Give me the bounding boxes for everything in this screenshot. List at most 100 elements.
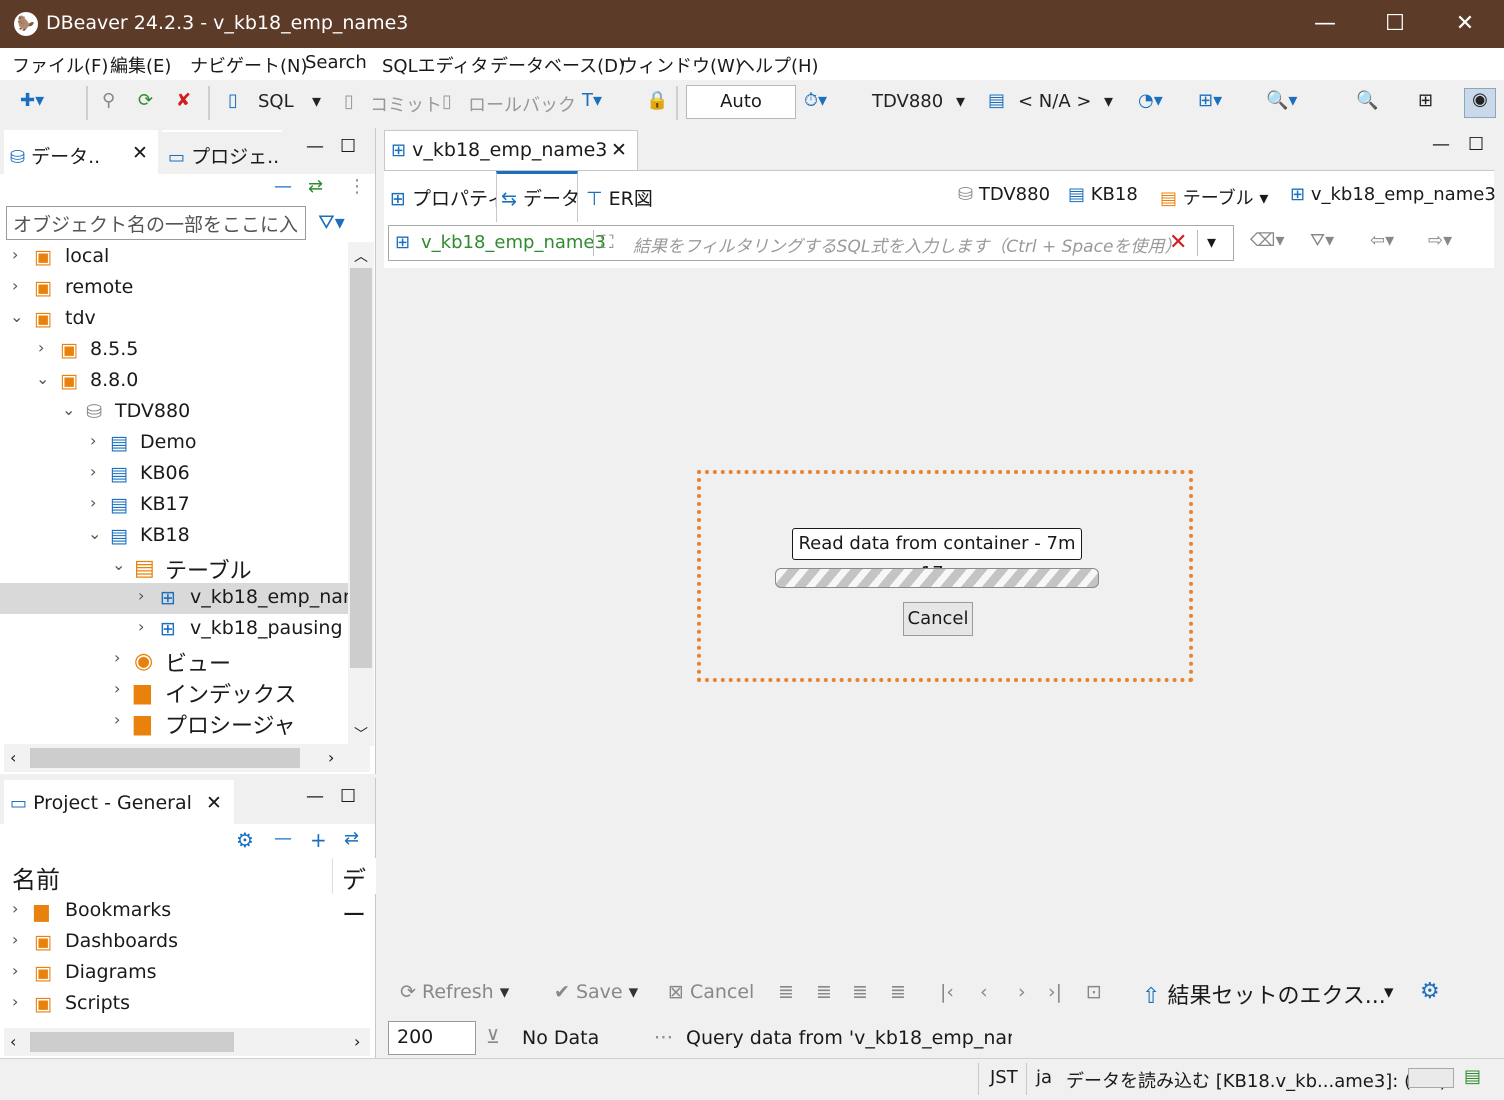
dbeaver-perspective-icon[interactable]: ◉ <box>1464 88 1496 118</box>
active-datasource[interactable]: TDV880 <box>872 91 943 112</box>
link-editor-icon[interactable]: ⇄ <box>308 176 323 197</box>
erd-icon[interactable]: ⊞▾ <box>1198 90 1222 111</box>
result-filter-input[interactable]: ⊞ v_kb18_emp_name3 ⛶ 結果をフィルタリングするSQL式を入力… <box>388 225 1234 261</box>
chevron-right-icon[interactable]: › <box>12 992 18 1011</box>
chevron-right-icon[interactable]: › <box>12 961 18 980</box>
chevron-down-icon[interactable]: ⌄ <box>88 524 101 543</box>
settings-gear-icon[interactable]: ⚙ <box>1420 979 1440 1004</box>
perspective-icon[interactable]: ⊞ <box>1418 90 1433 111</box>
chevron-right-icon[interactable]: › <box>12 245 18 264</box>
tab-data[interactable]: ⇆ データ <box>496 171 580 223</box>
scroll-left-icon[interactable]: ‹ <box>10 1032 16 1051</box>
menu-edit[interactable]: 編集(E) <box>110 52 171 78</box>
menu-search[interactable]: Search <box>305 52 367 73</box>
tree-item[interactable]: › ▣ 8.5.5 <box>0 335 348 366</box>
chevron-right-icon[interactable]: › <box>90 493 96 512</box>
chevron-down-icon[interactable]: ⌄ <box>112 555 125 574</box>
delete-row-icon[interactable]: ≣ <box>890 981 906 1003</box>
menu-navigate[interactable]: ナビゲート(N) <box>190 52 308 78</box>
breadcrumb-datasource[interactable]: ⛁ TDV880 <box>958 184 1050 205</box>
prev-page-icon[interactable]: ‹ <box>980 981 988 1003</box>
tree-item[interactable]: ⌄ ▣ 8.8.0 <box>0 366 348 397</box>
chevron-down-icon[interactable]: ⌄ <box>62 400 75 419</box>
tree-item[interactable]: ⌄ ▤ テーブル <box>0 552 348 584</box>
project-item[interactable]: › ▣ Dashboards <box>0 927 348 958</box>
sql-button[interactable]: SQL <box>258 91 294 112</box>
back-icon[interactable]: ⇦▾ <box>1370 230 1394 251</box>
auto-commit-field[interactable]: Auto <box>686 85 796 119</box>
scroll-down-icon[interactable]: ﹀ <box>354 724 368 744</box>
filter-history-dropdown-icon[interactable]: ▾ <box>1207 232 1216 253</box>
tree-item[interactable]: › ▤ Demo <box>0 428 348 459</box>
expand-icon[interactable]: ⛶ <box>601 232 614 253</box>
scroll-right-icon[interactable]: › <box>354 1032 360 1051</box>
lock-icon[interactable]: 🔒 <box>646 90 668 111</box>
close-tab-icon[interactable]: ✕ <box>132 142 148 164</box>
chevron-right-icon[interactable]: › <box>12 899 18 918</box>
search-icon[interactable]: 🔍▾ <box>1266 90 1297 111</box>
cancel-loading-button[interactable]: Cancel <box>903 602 973 636</box>
chevron-right-icon[interactable]: › <box>12 276 18 295</box>
minimize-view-icon[interactable]: — <box>306 786 324 807</box>
menu-file[interactable]: ファイル(F) <box>12 52 108 78</box>
tab-properties[interactable]: ⊞ プロパティ <box>390 184 506 211</box>
scroll-left-icon[interactable]: ‹ <box>10 748 16 767</box>
dashboard-icon[interactable]: ◔▾ <box>1138 90 1163 111</box>
cancel-button[interactable]: ⊠ Cancel <box>668 981 754 1003</box>
tree-item[interactable]: ⌄ ▤ KB18 <box>0 521 348 552</box>
menu-sql-editor[interactable]: SQLエディタ <box>382 52 488 78</box>
edit-row-icon[interactable]: ≣ <box>778 981 794 1003</box>
project-item[interactable]: › ▣ Scripts <box>0 989 348 1020</box>
chevron-right-icon[interactable]: › <box>114 710 120 729</box>
schema-dropdown-icon[interactable]: ▾ <box>1104 91 1113 112</box>
chevron-down-icon[interactable]: ⌄ <box>36 369 49 388</box>
chevron-down-icon[interactable]: ⌄ <box>10 307 23 326</box>
menu-help[interactable]: ヘルプ(H) <box>737 52 819 78</box>
menu-window[interactable]: ウィンドウ(W) <box>620 52 742 78</box>
collapse-all-icon[interactable]: — <box>274 828 292 849</box>
maximize-editor-icon[interactable]: ☐ <box>1468 134 1484 155</box>
erase-filter-icon[interactable]: ⌫▾ <box>1250 230 1285 251</box>
tree-item[interactable]: › ▣ local <box>0 242 348 273</box>
editor-tab[interactable]: ⊞ v_kb18_emp_name3 ✕ <box>384 130 638 170</box>
filter-settings-icon[interactable]: ⛛▾ <box>1310 230 1334 251</box>
transaction-mode-icon[interactable]: T▾ <box>582 90 602 111</box>
new-connection-icon[interactable]: ✚▾ <box>20 90 44 111</box>
sql-dropdown-icon[interactable]: ▾ <box>312 91 321 112</box>
chevron-right-icon[interactable]: › <box>114 679 120 698</box>
breadcrumb-schema[interactable]: ▤ KB18 <box>1068 184 1138 205</box>
chevron-right-icon[interactable]: › <box>38 338 44 357</box>
chevron-right-icon[interactable]: › <box>114 648 120 667</box>
save-button[interactable]: ✔ Save ▾ <box>554 981 638 1003</box>
chevron-right-icon[interactable]: › <box>90 462 96 481</box>
clear-filter-icon[interactable]: ✕ <box>1169 230 1187 255</box>
add-row-icon[interactable]: ≣ <box>816 981 832 1003</box>
settings-gear-icon[interactable]: ⚙ <box>236 828 254 852</box>
menu-database[interactable]: データベース(D) <box>490 52 625 78</box>
minimize-button[interactable]: — <box>1296 6 1354 42</box>
history-icon[interactable]: ⏱▾ <box>804 90 827 111</box>
tree-item[interactable]: › ▤ KB17 <box>0 490 348 521</box>
add-icon[interactable]: + <box>310 828 327 852</box>
tree-scroll-thumb[interactable] <box>350 268 372 668</box>
maximize-view-icon[interactable]: ☐ <box>340 786 356 807</box>
tab-database-navigator[interactable]: ⛁ データ.. ✕ <box>4 130 158 174</box>
link-editor-icon[interactable]: ⇄ <box>344 828 359 849</box>
tree-item[interactable]: ⌄ ▣ tdv <box>0 304 348 335</box>
connect-icon[interactable]: ⚲ <box>102 90 115 111</box>
tree-item[interactable]: › ▤ KB06 <box>0 459 348 490</box>
reconnect-icon[interactable]: ⟳ <box>138 90 153 111</box>
object-filter-input[interactable]: オブジェクト名の一部をここに入 <box>6 206 306 240</box>
scroll-right-icon[interactable]: › <box>328 748 334 767</box>
copy-row-icon[interactable]: ≣ <box>852 981 868 1003</box>
row-limit-input[interactable]: 200 <box>388 1021 476 1055</box>
breadcrumb-table[interactable]: ⊞ v_kb18_emp_name3 <box>1290 184 1496 205</box>
close-tab-icon[interactable]: ✕ <box>611 139 627 161</box>
project-item[interactable]: › ▆ Bookmarks <box>0 896 348 927</box>
project-item[interactable]: › ▣ Diagrams <box>0 958 348 989</box>
global-search-icon[interactable]: 🔍 <box>1356 90 1378 111</box>
active-schema[interactable]: < N/A > <box>1018 91 1091 112</box>
minimize-view-icon[interactable]: — <box>306 136 324 157</box>
tree-hscroll-thumb[interactable] <box>30 748 300 768</box>
progress-view-icon[interactable]: ▤ <box>1464 1066 1481 1087</box>
